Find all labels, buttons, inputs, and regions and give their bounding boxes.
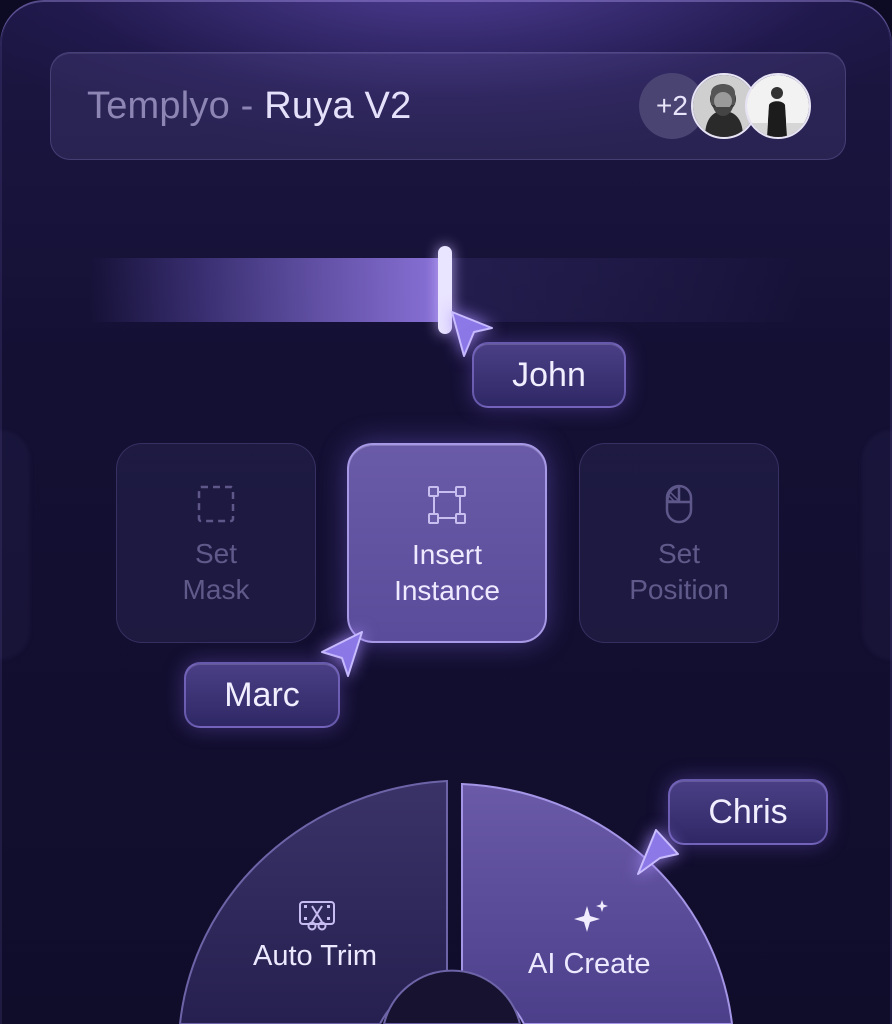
radial-menu (178, 779, 734, 1024)
cursor-arrow-icon (634, 826, 684, 878)
auto-trim-label: Auto Trim (253, 940, 378, 972)
sparkles-icon (574, 900, 608, 932)
ai-create-label: AI Create (528, 948, 651, 980)
app-window: Templyo - Ruya V2 +2 John Set Mask Inser… (0, 0, 892, 1024)
film-scissors-icon (299, 901, 335, 931)
collaborator-tag-chris: Chris (668, 779, 828, 845)
